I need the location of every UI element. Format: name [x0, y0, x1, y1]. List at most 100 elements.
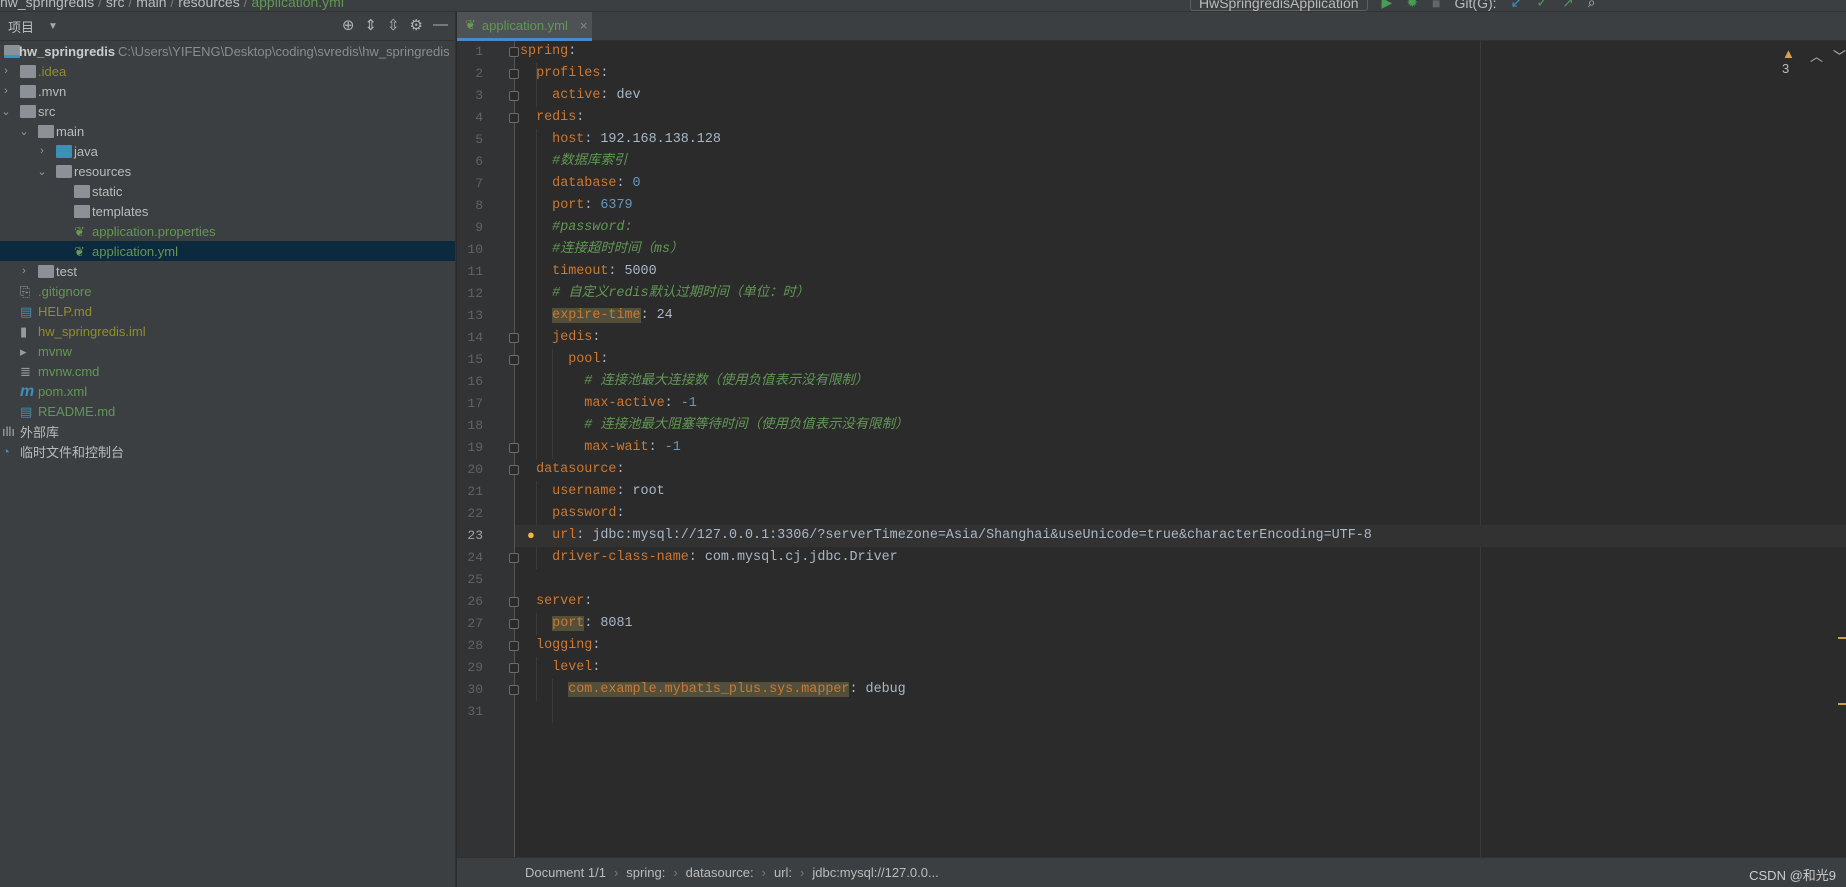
git-commit-icon[interactable]: ✓	[1536, 0, 1548, 11]
code-line[interactable]: #数据库索引	[520, 151, 627, 173]
tree-item[interactable]: › .idea	[0, 61, 455, 81]
chevron-down-icon[interactable]: ⌄	[37, 165, 47, 178]
gear-icon[interactable]: ⚙	[410, 16, 423, 34]
code-line[interactable]: pool:	[520, 349, 608, 371]
fold-marker-icon[interactable]	[509, 355, 519, 365]
code-line[interactable]: port: 6379	[520, 195, 632, 217]
editor-breadcrumb-item[interactable]: jdbc:mysql://127.0.0...	[812, 865, 938, 880]
fold-marker-icon[interactable]	[509, 333, 519, 343]
code-line[interactable]: server:	[520, 591, 592, 613]
code-line[interactable]: logging:	[520, 635, 600, 657]
code-line[interactable]: # 连接池最大阻塞等待时间（使用负值表示没有限制）	[520, 415, 908, 437]
previous-highlight-icon[interactable]: ︿	[1810, 46, 1823, 76]
code-line[interactable]: profiles:	[520, 63, 608, 85]
locate-icon[interactable]: ⊕	[342, 16, 355, 34]
fold-marker-icon[interactable]	[509, 553, 519, 563]
run-icon[interactable]: ▶	[1382, 0, 1393, 11]
tree-item[interactable]: ≣ mvnw.cmd	[0, 361, 455, 381]
code-line[interactable]: host: 192.168.138.128	[520, 129, 721, 151]
code-line[interactable]: url: jdbc:mysql://127.0.0.1:3306/?server…	[520, 525, 1372, 547]
tree-item[interactable]: ⌄ resources	[0, 161, 455, 181]
tree-root[interactable]: hw_springredis C:\Users\YIFENG\Desktop\c…	[0, 41, 455, 61]
hide-icon[interactable]: —	[433, 16, 448, 34]
chevron-right-icon[interactable]: ›	[37, 145, 47, 157]
tree-item[interactable]: ıllı 外部库	[0, 421, 455, 441]
tree-item[interactable]: › .mvn	[0, 81, 455, 101]
editor-breadcrumb-item[interactable]: datasource:	[686, 865, 754, 880]
code-line[interactable]: # 连接池最大连接数（使用负值表示没有限制）	[520, 371, 868, 393]
tree-item[interactable]: templates	[0, 201, 455, 221]
expand-all-icon[interactable]: ⇕	[364, 16, 377, 34]
fold-marker-icon[interactable]	[509, 597, 519, 607]
tree-item[interactable]: ▤ HELP.md	[0, 301, 455, 321]
code-line[interactable]: expire-time: 24	[520, 305, 673, 327]
close-icon[interactable]: ×	[580, 18, 588, 33]
fold-marker-icon[interactable]	[509, 443, 519, 453]
tree-item[interactable]: ❦ application.yml	[0, 241, 455, 261]
chevron-down-icon[interactable]: ⌄	[1, 105, 11, 118]
project-title[interactable]: 项目	[8, 17, 34, 36]
scroll-marker[interactable]	[1838, 703, 1846, 705]
stop-icon[interactable]: ■	[1432, 0, 1440, 11]
inspection-widget[interactable]: ▲ 3 ︿ ﹀	[1782, 46, 1846, 76]
code-editor[interactable]: 1 2 3 4 5 6 7 8 9 10 11 12 13 14 15 16 17 18 19 20 21 22 23 24 2…	[457, 41, 1846, 857]
tree-item[interactable]: ▸ mvnw	[0, 341, 455, 361]
chevron-right-icon[interactable]: ›	[19, 265, 29, 277]
code-line[interactable]: level:	[520, 657, 600, 679]
fold-marker-icon[interactable]	[509, 113, 519, 123]
code-line[interactable]: port: 8081	[520, 613, 633, 635]
run-configuration-select[interactable]: HwSpringredisApplication	[1190, 0, 1368, 11]
code-line[interactable]: jedis:	[520, 327, 600, 349]
tree-item[interactable]: › java	[0, 141, 455, 161]
chevron-right-icon[interactable]: ›	[1, 65, 11, 77]
code-line[interactable]: timeout: 5000	[520, 261, 656, 283]
fold-marker-icon[interactable]	[509, 619, 519, 629]
scroll-marker[interactable]	[1838, 637, 1846, 639]
chevron-down-icon[interactable]: ▼	[48, 21, 58, 32]
tree-item[interactable]: ⎘ .gitignore	[0, 281, 455, 301]
code-line[interactable]: datasource:	[520, 459, 624, 481]
next-highlight-icon[interactable]: ﹀	[1833, 46, 1846, 76]
editor-breadcrumb-item[interactable]: url:	[774, 865, 792, 880]
breadcrumb-item[interactable]: resources	[178, 0, 239, 10]
git-push-icon[interactable]: ↗	[1562, 0, 1574, 11]
fold-marker-icon[interactable]	[509, 69, 519, 79]
chevron-right-icon[interactable]: ›	[1, 85, 11, 97]
editor-breadcrumb-item[interactable]: spring:	[626, 865, 665, 880]
fold-marker-icon[interactable]	[509, 47, 519, 57]
code-line[interactable]: # 自定义redis默认过期时间（单位：时）	[520, 283, 809, 305]
tree-item[interactable]: m pom.xml	[0, 381, 455, 401]
tree-item[interactable]: ▤ README.md	[0, 401, 455, 421]
code-line[interactable]: #连接超时时间（ms）	[520, 239, 683, 261]
code-line[interactable]: driver-class-name: com.mysql.cj.jdbc.Dri…	[520, 547, 898, 569]
tree-item[interactable]: ❦ application.properties	[0, 221, 455, 241]
fold-marker-icon[interactable]	[509, 663, 519, 673]
breadcrumb-item[interactable]: hw_springredis	[0, 0, 94, 10]
git-update-icon[interactable]: ↙	[1511, 0, 1523, 11]
tree-item[interactable]: › test	[0, 261, 455, 281]
search-icon[interactable]: ⌕	[1588, 0, 1596, 11]
chevron-down-icon[interactable]: ⌄	[19, 125, 29, 138]
code-line[interactable]: redis:	[520, 107, 584, 129]
code-line[interactable]: max-wait: -1	[520, 437, 680, 459]
breadcrumb-item[interactable]: main	[136, 0, 166, 10]
fold-marker-icon[interactable]	[509, 685, 519, 695]
tab-application-yml[interactable]: ❦ application.yml ×	[457, 12, 592, 41]
debug-icon[interactable]: ✹	[1406, 0, 1418, 11]
code-line[interactable]: #password:	[520, 217, 632, 239]
tree-item[interactable]: ⌄ main	[0, 121, 455, 141]
editor-breadcrumb-item[interactable]: Document 1/1	[525, 865, 606, 880]
code-line[interactable]: spring:	[520, 41, 576, 63]
breadcrumb-item[interactable]: src	[106, 0, 125, 10]
code-line[interactable]: active: dev	[520, 85, 640, 107]
code-line[interactable]: username: root	[520, 481, 665, 503]
code-line[interactable]: password:	[520, 503, 624, 525]
tree-item[interactable]: ⌄ src	[0, 101, 455, 121]
fold-marker-icon[interactable]	[509, 641, 519, 651]
tree-item[interactable]: ▮ hw_springredis.iml	[0, 321, 455, 341]
code-line[interactable]: database: 0	[520, 173, 640, 195]
tree-item[interactable]: static	[0, 181, 455, 201]
breadcrumb-item[interactable]: application.yml	[251, 0, 344, 10]
code-line[interactable]: com.example.mybatis_plus.sys.mapper: deb…	[520, 679, 906, 701]
collapse-all-icon[interactable]: ⇳	[387, 16, 400, 34]
